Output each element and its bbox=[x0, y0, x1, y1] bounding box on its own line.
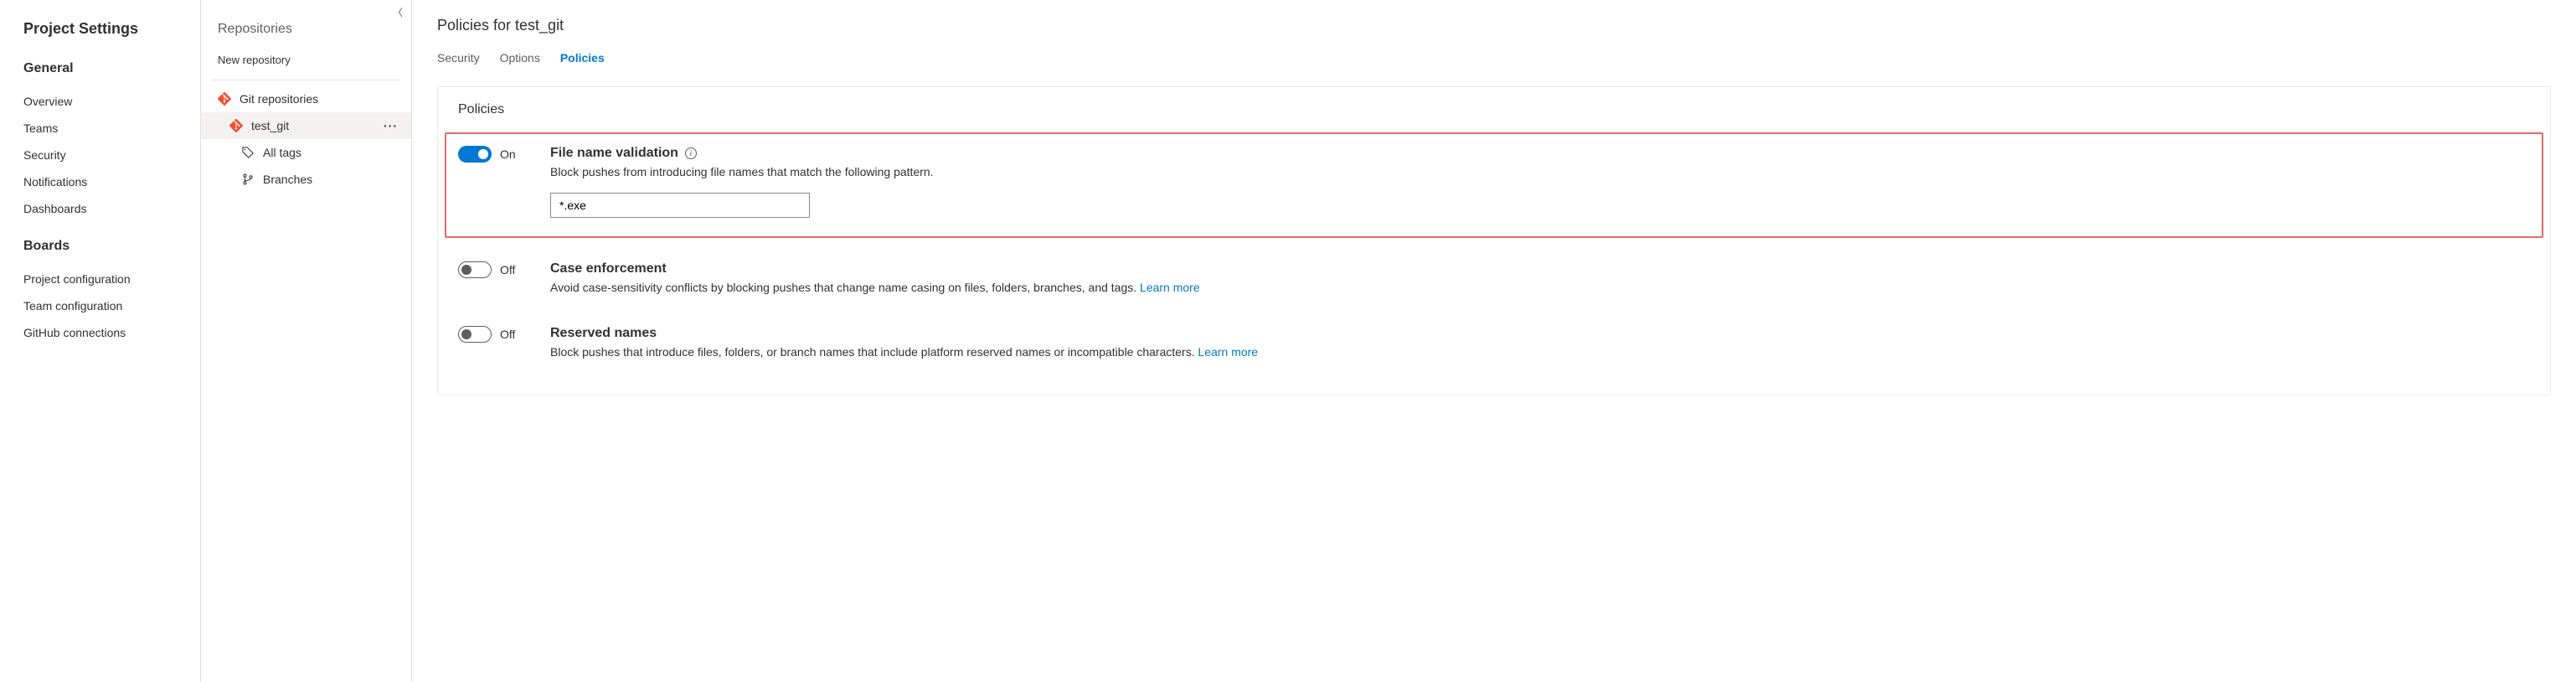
toggle-state-label: Off bbox=[500, 328, 515, 341]
tree-item-test-git[interactable]: test_git ··· bbox=[201, 112, 411, 139]
sidebar-item-project-config[interactable]: Project configuration bbox=[23, 266, 200, 292]
main-content: Policies for test_git Security Options P… bbox=[412, 0, 2576, 682]
policies-heading: Policies bbox=[458, 102, 2530, 117]
policy-file-name-validation: On File name validation i Block pushes f… bbox=[445, 132, 2543, 238]
learn-more-link[interactable]: Learn more bbox=[1198, 345, 1259, 359]
tree-item-branches[interactable]: Branches bbox=[201, 166, 411, 193]
sidebar-item-security[interactable]: Security bbox=[23, 142, 200, 168]
project-settings-sidebar: Project Settings General Overview Teams … bbox=[0, 0, 201, 682]
tree-item-label: Branches bbox=[263, 173, 312, 186]
repo-panel-title: Repositories bbox=[201, 17, 411, 45]
info-icon[interactable]: i bbox=[685, 147, 697, 159]
repositories-panel: 〈 Repositories New repository Git reposi… bbox=[201, 0, 412, 682]
sidebar-section-boards-heading: Boards bbox=[23, 239, 200, 254]
toggle-case-enforcement[interactable] bbox=[458, 261, 492, 278]
tree-root-git-repositories[interactable]: Git repositories bbox=[201, 85, 411, 112]
branch-icon bbox=[241, 173, 255, 186]
tree-item-label: All tags bbox=[263, 146, 301, 159]
tab-options[interactable]: Options bbox=[500, 48, 540, 70]
tree-item-label: test_git bbox=[251, 119, 289, 132]
tag-icon bbox=[241, 146, 255, 159]
policies-panel: Policies On File name validation i Block… bbox=[437, 86, 2551, 395]
toggle-state-label: On bbox=[500, 147, 516, 161]
toggle-file-name-validation[interactable] bbox=[458, 146, 492, 163]
tab-policies[interactable]: Policies bbox=[560, 48, 605, 70]
tab-security[interactable]: Security bbox=[437, 48, 480, 70]
policy-reserved-names: Off Reserved names Block pushes that int… bbox=[458, 314, 2530, 380]
policy-title: Case enforcement bbox=[550, 261, 667, 276]
learn-more-link[interactable]: Learn more bbox=[1140, 281, 1200, 294]
sidebar-item-notifications[interactable]: Notifications bbox=[23, 168, 200, 195]
tree-root-label: Git repositories bbox=[240, 92, 318, 106]
git-repo-icon bbox=[229, 119, 243, 132]
sidebar-title: Project Settings bbox=[23, 20, 200, 38]
policy-description: Block pushes from introducing file names… bbox=[550, 164, 2530, 181]
policy-case-enforcement: Off Case enforcement Avoid case-sensitiv… bbox=[458, 250, 2530, 315]
tree-item-all-tags[interactable]: All tags bbox=[201, 139, 411, 166]
collapse-panel-icon[interactable]: 〈 bbox=[393, 5, 403, 19]
new-repository-link[interactable]: New repository bbox=[201, 45, 411, 80]
sidebar-item-github-connections[interactable]: GitHub connections bbox=[23, 319, 200, 346]
sidebar-item-team-config[interactable]: Team configuration bbox=[23, 292, 200, 319]
git-repo-icon bbox=[218, 92, 231, 106]
policy-description: Avoid case-sensitivity conflicts by bloc… bbox=[550, 280, 2530, 297]
more-actions-icon[interactable]: ··· bbox=[379, 119, 403, 132]
policy-title: Reserved names bbox=[550, 326, 657, 341]
sidebar-item-dashboards[interactable]: Dashboards bbox=[23, 195, 200, 222]
toggle-reserved-names[interactable] bbox=[458, 326, 492, 343]
page-title: Policies for test_git bbox=[437, 17, 2551, 34]
tab-bar: Security Options Policies bbox=[437, 48, 2551, 70]
sidebar-item-teams[interactable]: Teams bbox=[23, 115, 200, 142]
sidebar-section-general-heading: General bbox=[23, 61, 200, 76]
policy-description: Block pushes that introduce files, folde… bbox=[550, 344, 2530, 361]
toggle-state-label: Off bbox=[500, 263, 515, 276]
policy-title: File name validation bbox=[550, 146, 678, 161]
file-name-pattern-input[interactable] bbox=[550, 193, 810, 218]
sidebar-item-overview[interactable]: Overview bbox=[23, 88, 200, 115]
